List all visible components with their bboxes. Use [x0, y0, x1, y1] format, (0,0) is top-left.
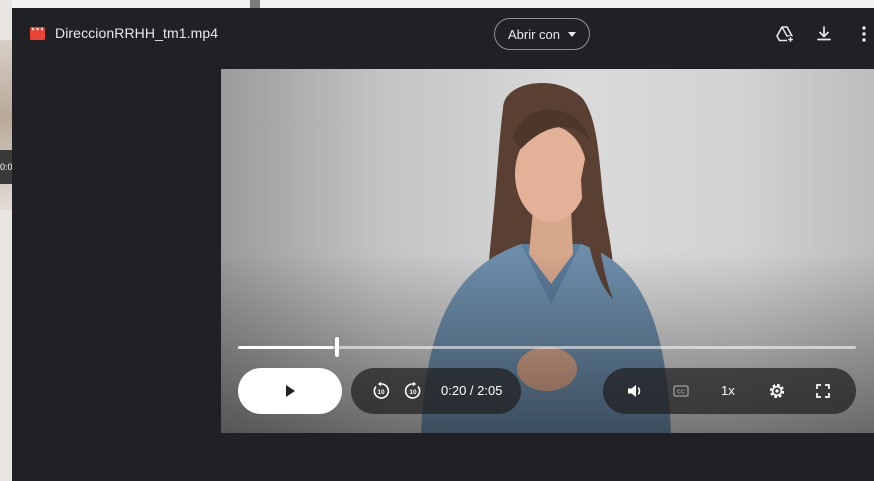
volume-icon — [628, 385, 641, 397]
progress-scrubber[interactable] — [335, 337, 339, 357]
play-button[interactable] — [238, 368, 342, 414]
player-options: CC 1x — [603, 368, 856, 414]
add-to-drive-icon[interactable] — [775, 24, 795, 44]
desktop-background: 0:0 — [0, 0, 12, 481]
video-file-icon — [30, 27, 45, 40]
desktop-top-strip — [12, 0, 874, 8]
background-thumbnail-time: 0:0 — [0, 150, 12, 184]
captions-button[interactable]: CC — [671, 381, 691, 401]
background-thumbnail — [0, 40, 12, 210]
settings-button[interactable] — [767, 381, 787, 401]
svg-text:10: 10 — [409, 389, 417, 396]
volume-button[interactable] — [625, 381, 645, 401]
more-vert-icon[interactable] — [854, 24, 874, 44]
rewind-10-button[interactable]: 10 — [371, 381, 391, 401]
time-display: 0:20 / 2:05 — [441, 383, 503, 398]
fullscreen-button[interactable] — [813, 381, 833, 401]
play-icon — [286, 385, 295, 397]
video-player[interactable]: 10 10 0:20 / 2:05 CC 1x — [221, 69, 874, 433]
desktop-mark — [250, 0, 260, 8]
settings-icon — [769, 383, 785, 399]
open-with-button[interactable]: Abrir con — [494, 18, 590, 50]
rewind-10-icon: 10 — [373, 381, 390, 399]
playback-controls: 10 10 0:20 / 2:05 — [351, 368, 521, 414]
file-viewer: DireccionRRHH_tm1.mp4 Abrir con 10 10 0:… — [12, 8, 874, 481]
file-name: DireccionRRHH_tm1.mp4 — [55, 25, 219, 41]
download-icon[interactable] — [814, 24, 834, 44]
forward-10-button[interactable]: 10 — [403, 381, 423, 401]
forward-10-icon: 10 — [404, 381, 421, 399]
svg-text:10: 10 — [377, 389, 385, 396]
fullscreen-icon — [816, 384, 830, 398]
svg-text:CC: CC — [677, 389, 685, 395]
playback-speed-button[interactable]: 1x — [721, 383, 735, 398]
open-with-label: Abrir con — [507, 26, 561, 42]
chevron-down-icon — [568, 31, 577, 37]
progress-bar[interactable] — [238, 333, 856, 363]
progress-played — [238, 346, 333, 349]
captions-icon: CC — [673, 385, 689, 397]
viewer-header: DireccionRRHH_tm1.mp4 Abrir con — [12, 8, 874, 60]
